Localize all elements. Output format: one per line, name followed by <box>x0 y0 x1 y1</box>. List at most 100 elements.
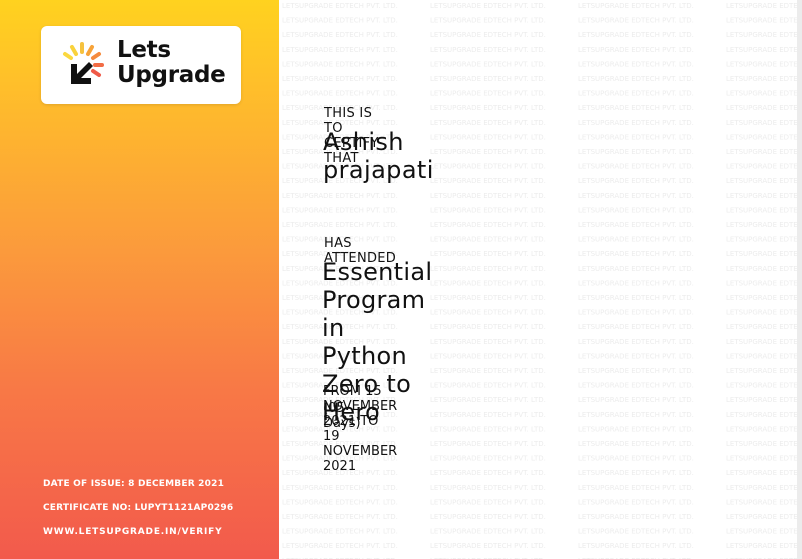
watermark-text: LETSUPGRADE EDTECH PVT. LTD. <box>282 2 398 10</box>
duration: (05 Days) <box>323 401 361 431</box>
watermark-text: LETSUPGRADE EDTECH PVT. LTD. <box>578 148 694 156</box>
recipient-name: Ashish prajapati <box>323 128 434 184</box>
watermark-text: LETSUPGRADE EDTECH PVT. LTD. <box>282 46 398 54</box>
watermark-text: LETSUPGRADE EDTECH PVT. LTD. <box>578 411 694 419</box>
watermark-text: LETSUPGRADE EDTECH PVT. LTD. <box>726 75 802 83</box>
watermark-text: LETSUPGRADE EDTECH PVT. LTD. <box>578 279 694 287</box>
watermark-text: LETSUPGRADE EDTECH PVT. LTD. <box>578 192 694 200</box>
watermark-text: LETSUPGRADE EDTECH PVT. LTD. <box>726 177 802 185</box>
watermark-text: LETSUPGRADE EDTECH PVT. LTD. <box>430 498 546 506</box>
watermark-text: LETSUPGRADE EDTECH PVT. LTD. <box>726 31 802 39</box>
watermark-text: LETSUPGRADE EDTECH PVT. LTD. <box>578 2 694 10</box>
watermark-text: LETSUPGRADE EDTECH PVT. LTD. <box>430 90 546 98</box>
watermark-text: LETSUPGRADE EDTECH PVT. LTD. <box>578 294 694 302</box>
watermark-text: LETSUPGRADE EDTECH PVT. LTD. <box>578 425 694 433</box>
watermark-text: LETSUPGRADE EDTECH PVT. LTD. <box>726 133 802 141</box>
watermark-text: LETSUPGRADE EDTECH PVT. LTD. <box>430 382 546 390</box>
watermark-text: LETSUPGRADE EDTECH PVT. LTD. <box>578 440 694 448</box>
watermark-text: LETSUPGRADE EDTECH PVT. LTD. <box>282 542 398 550</box>
watermark-text: LETSUPGRADE EDTECH PVT. LTD. <box>578 90 694 98</box>
watermark-text: LETSUPGRADE EDTECH PVT. LTD. <box>430 31 546 39</box>
watermark-text: LETSUPGRADE EDTECH PVT. LTD. <box>726 90 802 98</box>
watermark-text: LETSUPGRADE EDTECH PVT. LTD. <box>578 177 694 185</box>
watermark-text: LETSUPGRADE EDTECH PVT. LTD. <box>282 528 398 536</box>
watermark-text: LETSUPGRADE EDTECH PVT. LTD. <box>726 192 802 200</box>
watermark-text: LETSUPGRADE EDTECH PVT. LTD. <box>726 382 802 390</box>
watermark-text: LETSUPGRADE EDTECH PVT. LTD. <box>726 440 802 448</box>
watermark-text: LETSUPGRADE EDTECH PVT. LTD. <box>430 177 546 185</box>
watermark-text: LETSUPGRADE EDTECH PVT. LTD. <box>430 221 546 229</box>
watermark-text: LETSUPGRADE EDTECH PVT. LTD. <box>430 396 546 404</box>
watermark-text: LETSUPGRADE EDTECH PVT. LTD. <box>578 396 694 404</box>
watermark-text: LETSUPGRADE EDTECH PVT. LTD. <box>726 46 802 54</box>
watermark-text: LETSUPGRADE EDTECH PVT. LTD. <box>726 309 802 317</box>
watermark-text: LETSUPGRADE EDTECH PVT. LTD. <box>430 60 546 68</box>
watermark-text: LETSUPGRADE EDTECH PVT. LTD. <box>430 192 546 200</box>
watermark-text: LETSUPGRADE EDTECH PVT. LTD. <box>726 60 802 68</box>
watermark-text: LETSUPGRADE EDTECH PVT. LTD. <box>282 484 398 492</box>
verify-url: WWW.LETSUPGRADE.IN/VERIFY <box>43 527 223 537</box>
watermark-text: LETSUPGRADE EDTECH PVT. LTD. <box>282 31 398 39</box>
watermark-text: LETSUPGRADE EDTECH PVT. LTD. <box>578 75 694 83</box>
watermark-text: LETSUPGRADE EDTECH PVT. LTD. <box>578 455 694 463</box>
watermark-text: LETSUPGRADE EDTECH PVT. LTD. <box>430 338 546 346</box>
watermark-text: LETSUPGRADE EDTECH PVT. LTD. <box>726 265 802 273</box>
watermark-text: LETSUPGRADE EDTECH PVT. LTD. <box>726 455 802 463</box>
watermark-text: LETSUPGRADE EDTECH PVT. LTD. <box>430 46 546 54</box>
watermark-text: LETSUPGRADE EDTECH PVT. LTD. <box>282 206 398 214</box>
watermark-text: LETSUPGRADE EDTECH PVT. LTD. <box>578 528 694 536</box>
watermark-text: LETSUPGRADE EDTECH PVT. LTD. <box>578 236 694 244</box>
watermark-text: LETSUPGRADE EDTECH PVT. LTD. <box>578 338 694 346</box>
watermark-text: LETSUPGRADE EDTECH PVT. LTD. <box>430 425 546 433</box>
watermark-text: LETSUPGRADE EDTECH PVT. LTD. <box>726 206 802 214</box>
watermark-text: LETSUPGRADE EDTECH PVT. LTD. <box>430 440 546 448</box>
watermark-text: LETSUPGRADE EDTECH PVT. LTD. <box>726 104 802 112</box>
watermark-text: LETSUPGRADE EDTECH PVT. LTD. <box>726 221 802 229</box>
watermark-text: LETSUPGRADE EDTECH PVT. LTD. <box>726 498 802 506</box>
watermark-text: LETSUPGRADE EDTECH PVT. LTD. <box>726 484 802 492</box>
watermark-text: LETSUPGRADE EDTECH PVT. LTD. <box>430 469 546 477</box>
watermark-text: LETSUPGRADE EDTECH PVT. LTD. <box>282 17 398 25</box>
watermark-text: LETSUPGRADE EDTECH PVT. LTD. <box>578 265 694 273</box>
watermark-text: LETSUPGRADE EDTECH PVT. LTD. <box>726 236 802 244</box>
watermark-text: LETSUPGRADE EDTECH PVT. LTD. <box>578 498 694 506</box>
watermark-text: LETSUPGRADE EDTECH PVT. LTD. <box>578 513 694 521</box>
watermark-text: LETSUPGRADE EDTECH PVT. LTD. <box>430 352 546 360</box>
watermark-text: LETSUPGRADE EDTECH PVT. LTD. <box>430 250 546 258</box>
watermark-text: LETSUPGRADE EDTECH PVT. LTD. <box>430 484 546 492</box>
watermark-text: LETSUPGRADE EDTECH PVT. LTD. <box>430 323 546 331</box>
watermark-text: LETSUPGRADE EDTECH PVT. LTD. <box>430 411 546 419</box>
watermark-text: LETSUPGRADE EDTECH PVT. LTD. <box>726 17 802 25</box>
watermark-text: LETSUPGRADE EDTECH PVT. LTD. <box>282 60 398 68</box>
watermark-text: LETSUPGRADE EDTECH PVT. LTD. <box>726 367 802 375</box>
watermark-text: LETSUPGRADE EDTECH PVT. LTD. <box>430 513 546 521</box>
watermark-text: LETSUPGRADE EDTECH PVT. LTD. <box>726 250 802 258</box>
watermark-text: LETSUPGRADE EDTECH PVT. LTD. <box>430 528 546 536</box>
watermark-text: LETSUPGRADE EDTECH PVT. LTD. <box>578 60 694 68</box>
logo-line-2: Upgrade <box>117 62 226 88</box>
watermark-text: LETSUPGRADE EDTECH PVT. LTD. <box>578 221 694 229</box>
watermark-text: LETSUPGRADE EDTECH PVT. LTD. <box>430 104 546 112</box>
watermark-text: LETSUPGRADE EDTECH PVT. LTD. <box>430 17 546 25</box>
watermark-text: LETSUPGRADE EDTECH PVT. LTD. <box>726 528 802 536</box>
watermark-text: LETSUPGRADE EDTECH PVT. LTD. <box>726 294 802 302</box>
watermark-text: LETSUPGRADE EDTECH PVT. LTD. <box>430 163 546 171</box>
watermark-text: LETSUPGRADE EDTECH PVT. LTD. <box>430 236 546 244</box>
watermark-text: LETSUPGRADE EDTECH PVT. LTD. <box>726 352 802 360</box>
watermark-text: LETSUPGRADE EDTECH PVT. LTD. <box>430 148 546 156</box>
watermark-text: LETSUPGRADE EDTECH PVT. LTD. <box>578 542 694 550</box>
issue-date: DATE OF ISSUE: 8 DECEMBER 2021 <box>43 479 225 489</box>
watermark-text: LETSUPGRADE EDTECH PVT. LTD. <box>430 542 546 550</box>
watermark-text: LETSUPGRADE EDTECH PVT. LTD. <box>726 396 802 404</box>
watermark-text: LETSUPGRADE EDTECH PVT. LTD. <box>726 542 802 550</box>
watermark-text: LETSUPGRADE EDTECH PVT. LTD. <box>430 309 546 317</box>
certificate-number: CERTIFICATE NO: LUPYT1121AP0296 <box>43 503 234 513</box>
watermark-text: LETSUPGRADE EDTECH PVT. LTD. <box>430 265 546 273</box>
watermark-text: LETSUPGRADE EDTECH PVT. LTD. <box>726 323 802 331</box>
watermark-text: LETSUPGRADE EDTECH PVT. LTD. <box>578 367 694 375</box>
watermark-text: LETSUPGRADE EDTECH PVT. LTD. <box>282 221 398 229</box>
logo-card: Lets Upgrade <box>41 26 241 104</box>
watermark-text: LETSUPGRADE EDTECH PVT. LTD. <box>578 469 694 477</box>
watermark-text: LETSUPGRADE EDTECH PVT. LTD. <box>578 133 694 141</box>
watermark-text: LETSUPGRADE EDTECH PVT. LTD. <box>578 352 694 360</box>
